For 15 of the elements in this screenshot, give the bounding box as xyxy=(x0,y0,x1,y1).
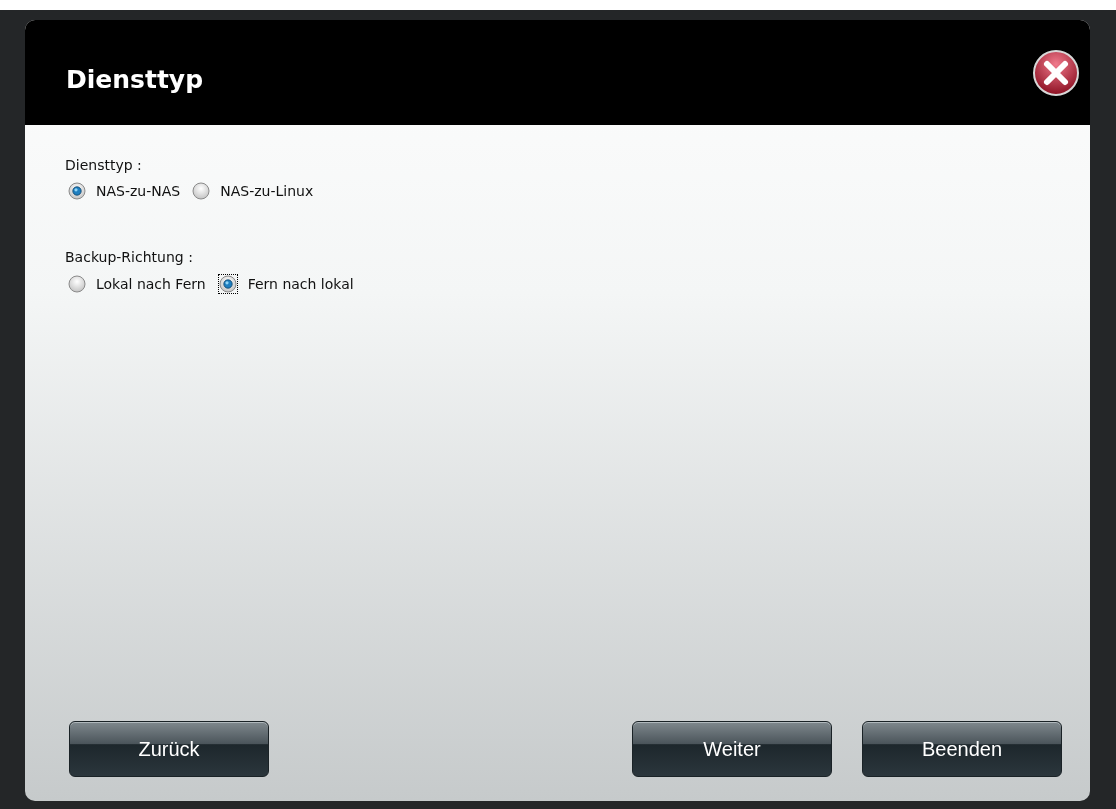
close-icon[interactable] xyxy=(1032,48,1080,97)
radio-button[interactable] xyxy=(68,275,86,293)
radio-label[interactable]: Fern nach lokal xyxy=(247,276,354,292)
dialog-button[interactable]: Zurück xyxy=(69,721,269,777)
radio-button[interactable] xyxy=(218,275,237,293)
radio-label[interactable]: Lokal nach Fern xyxy=(96,276,206,292)
radio-label[interactable]: NAS-zu-Linux xyxy=(220,183,314,199)
radio-button[interactable] xyxy=(192,182,211,200)
field-label: Diensttyp : xyxy=(65,157,143,173)
radio-label[interactable]: NAS-zu-NAS xyxy=(96,183,181,199)
field-label: Backup-Richtung : xyxy=(65,249,194,265)
dialog-button[interactable]: Weiter xyxy=(632,721,832,777)
dialog-button[interactable]: Beenden xyxy=(862,721,1062,777)
dialog-title: Diensttyp xyxy=(66,65,204,94)
radio-button[interactable] xyxy=(68,182,86,200)
